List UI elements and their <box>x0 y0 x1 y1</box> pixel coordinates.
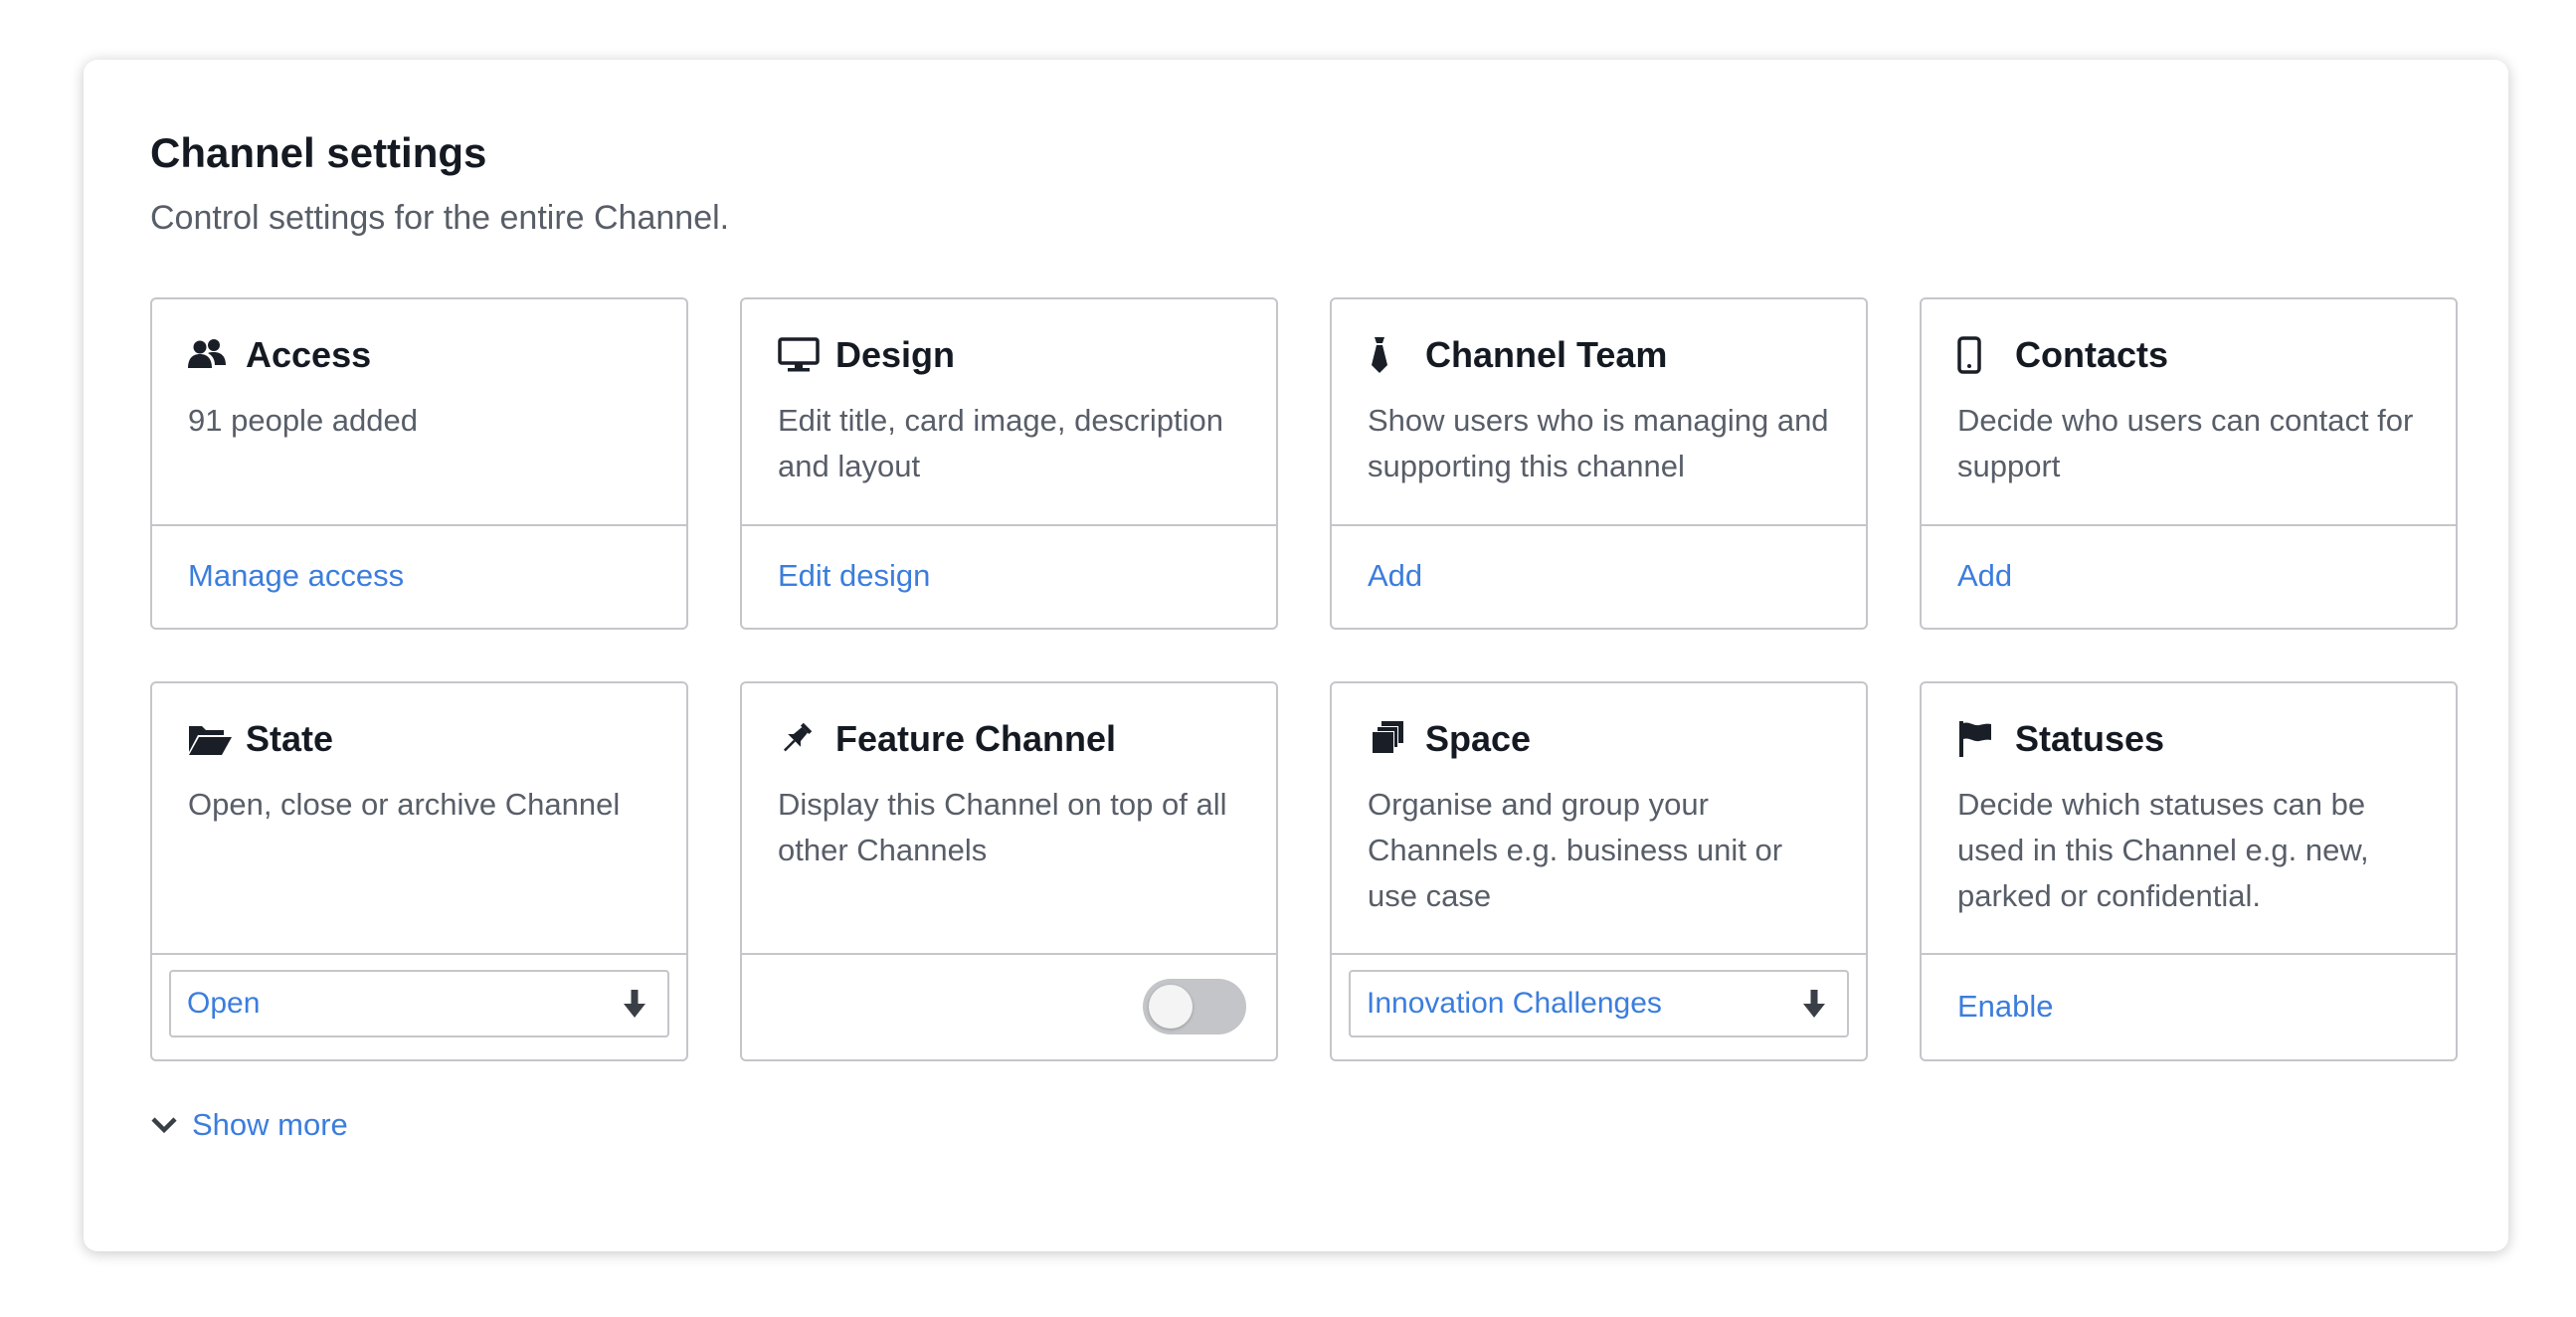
card-body: Statuses Decide which statuses can be us… <box>1922 683 2456 955</box>
card-title: Contacts <box>2015 334 2169 375</box>
card-title: Channel Team <box>1425 334 1668 375</box>
state-select-value: Open <box>187 987 261 1020</box>
statuses-card: Statuses Decide which statuses can be us… <box>1920 681 2458 1061</box>
card-title: Statuses <box>2015 718 2165 759</box>
card-footer <box>742 953 1276 1059</box>
card-body: State Open, close or archive Channel <box>152 683 686 955</box>
card-header: Statuses <box>1957 717 2164 761</box>
pin-icon <box>778 717 822 761</box>
card-footer: Innovation Challenges <box>1332 953 1866 1059</box>
card-header: Feature Channel <box>778 717 1116 761</box>
card-description: Show users who is managing and supportin… <box>1368 403 1829 483</box>
card-header: Access <box>188 333 371 377</box>
chevron-down-icon <box>150 1110 180 1140</box>
card-header: Design <box>778 333 955 377</box>
arrow-down-icon <box>1801 989 1827 1019</box>
card-title: Access <box>246 334 372 375</box>
card-title: Design <box>835 334 956 375</box>
card-description: Display this Channel on top of all other… <box>778 787 1227 867</box>
card-description: Organise and group your Channels e.g. bu… <box>1368 787 1783 913</box>
card-footer: Edit design <box>742 524 1276 628</box>
enable-statuses-link[interactable]: Enable <box>1957 989 2054 1025</box>
toggle-knob <box>1149 984 1193 1029</box>
card-body: Space Organise and group your Channels e… <box>1332 683 1866 955</box>
users-icon <box>188 333 232 377</box>
flag-icon <box>1957 717 2001 761</box>
card-footer: Add <box>1332 524 1866 628</box>
card-description: Edit title, card image, description and … <box>778 403 1223 483</box>
card-header: Space <box>1368 717 1531 761</box>
space-card: Space Organise and group your Channels e… <box>1330 681 1868 1061</box>
card-title: Feature Channel <box>835 718 1117 759</box>
design-card: Design Edit title, card image, descripti… <box>740 297 1278 630</box>
card-body: Contacts Decide who users can contact fo… <box>1922 299 2456 526</box>
card-footer: Open <box>152 953 686 1059</box>
space-select-value: Innovation Challenges <box>1367 987 1662 1020</box>
card-description: Decide which statuses can be used in thi… <box>1957 787 2369 913</box>
show-more-button[interactable]: Show more <box>150 1107 348 1143</box>
card-description: Decide who users can contact for support <box>1957 403 2414 483</box>
panel-subtitle: Control settings for the entire Channel. <box>150 199 730 237</box>
card-body: Channel Team Show users who is managing … <box>1332 299 1866 526</box>
state-card: State Open, close or archive Channel Ope… <box>150 681 688 1061</box>
mobile-phone-icon <box>1957 333 2001 377</box>
card-description: 91 people added <box>188 403 419 438</box>
contacts-card: Contacts Decide who users can contact fo… <box>1920 297 2458 630</box>
card-body: Design Edit title, card image, descripti… <box>742 299 1276 526</box>
feature-channel-toggle[interactable] <box>1143 978 1246 1035</box>
channel-settings-panel: Channel settings Control settings for th… <box>84 60 2508 1251</box>
card-title: State <box>246 718 334 759</box>
card-header: Contacts <box>1957 333 2168 377</box>
card-title: Space <box>1425 718 1532 759</box>
panel-title: Channel settings <box>150 129 487 176</box>
card-footer: Add <box>1922 524 2456 628</box>
card-footer: Manage access <box>152 524 686 628</box>
monitor-icon <box>778 333 822 377</box>
card-description: Open, close or archive Channel <box>188 787 621 822</box>
add-team-link[interactable]: Add <box>1368 558 1422 594</box>
space-select[interactable]: Innovation Challenges <box>1349 970 1849 1037</box>
manage-access-link[interactable]: Manage access <box>188 558 404 594</box>
show-more-label: Show more <box>192 1107 348 1142</box>
folder-open-icon <box>188 717 232 761</box>
channel-team-card: Channel Team Show users who is managing … <box>1330 297 1868 630</box>
add-contacts-link[interactable]: Add <box>1957 558 2012 594</box>
stacked-copies-icon <box>1368 717 1411 761</box>
card-footer: Enable <box>1922 953 2456 1059</box>
access-card: Access 91 people added Manage access <box>150 297 688 630</box>
arrow-down-icon <box>622 989 647 1019</box>
edit-design-link[interactable]: Edit design <box>778 558 930 594</box>
state-select[interactable]: Open <box>169 970 669 1037</box>
card-body: Feature Channel Display this Channel on … <box>742 683 1276 955</box>
tie-icon <box>1368 333 1411 377</box>
card-header: Channel Team <box>1368 333 1667 377</box>
feature-channel-card: Feature Channel Display this Channel on … <box>740 681 1278 1061</box>
card-body: Access 91 people added <box>152 299 686 526</box>
card-header: State <box>188 717 333 761</box>
